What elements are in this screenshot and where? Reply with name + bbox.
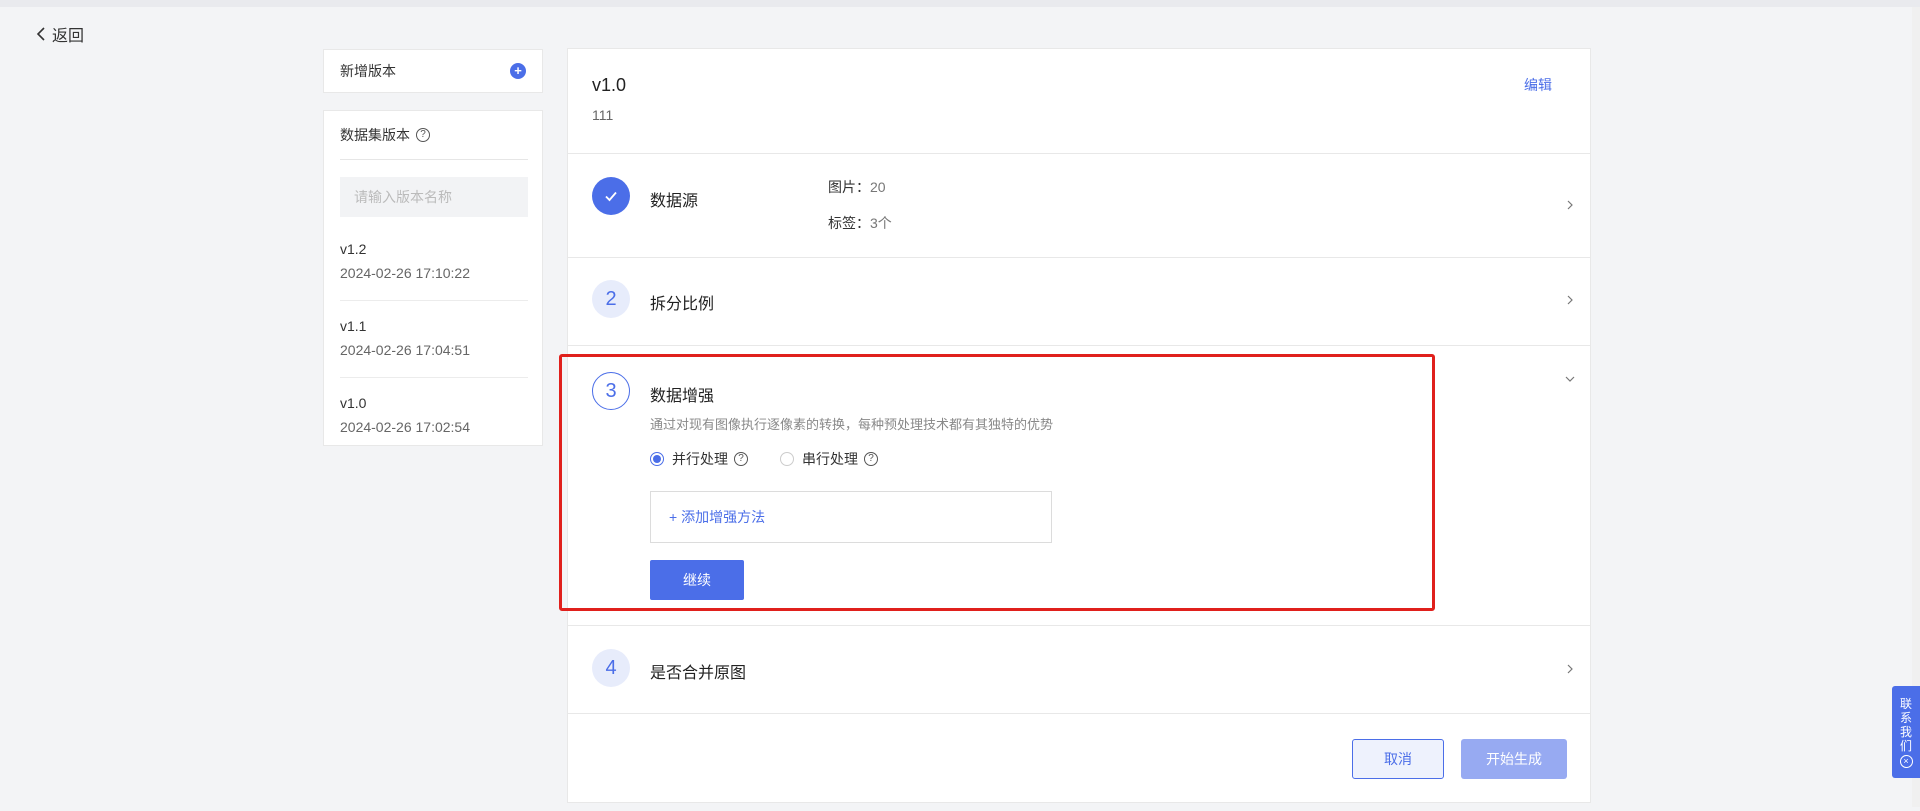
version-panel: 数据集版本 ? v1.2 2024-02-26 17:10:22 v1.1 20… (323, 110, 543, 446)
chevron-right-icon (1567, 200, 1573, 210)
chevron-right-icon (1567, 664, 1573, 674)
highlight-box (559, 354, 1435, 611)
step-number: 4 (592, 649, 630, 687)
add-version-button[interactable]: 新增版本 + (323, 49, 543, 93)
version-item[interactable]: v1.1 2024-02-26 17:04:51 (340, 302, 528, 378)
chevron-right-icon (1567, 295, 1573, 305)
version-panel-title-text: 数据集版本 (340, 127, 410, 143)
divider (568, 713, 1590, 714)
back-button[interactable]: 返回 (34, 22, 84, 46)
version-title: v1.0 (592, 75, 627, 95)
version-name: v1.0 (340, 395, 367, 411)
version-date: 2024-02-26 17:10:22 (340, 265, 470, 281)
version-name: v1.2 (340, 241, 367, 257)
images-label: 图片： (828, 179, 870, 195)
chevron-left-icon (36, 27, 45, 41)
step-title: 是否合并原图 (650, 665, 747, 682)
start-generate-button[interactable]: 开始生成 (1461, 739, 1567, 779)
images-value: 20 (870, 179, 886, 195)
edit-link[interactable]: 编辑 (1524, 75, 1552, 95)
contact-char: 联 (1899, 696, 1912, 711)
add-version-label: 新增版本 (340, 63, 396, 79)
chevron-down-icon[interactable] (1564, 373, 1576, 385)
help-icon[interactable]: ? (416, 128, 430, 142)
divider (568, 625, 1590, 626)
version-item[interactable]: v1.2 2024-02-26 17:10:22 (340, 225, 528, 301)
divider (568, 345, 1590, 346)
tags-value: 3个 (870, 215, 892, 231)
back-label: 返回 (52, 28, 85, 45)
divider (568, 153, 1590, 154)
version-panel-title: 数据集版本 ? (340, 125, 430, 145)
version-description: 111 (592, 107, 614, 123)
contact-char: 们 (1899, 738, 1912, 753)
plus-circle-icon: + (510, 63, 526, 79)
cancel-button[interactable]: 取消 (1352, 739, 1444, 779)
version-search-input[interactable] (340, 177, 528, 217)
contact-char: 我 (1899, 724, 1912, 739)
close-icon[interactable]: × (1899, 754, 1913, 768)
datasource-images: 图片：20 (828, 177, 886, 197)
divider (340, 159, 528, 160)
contact-us-button[interactable]: 联 系 我 们 × (1892, 686, 1920, 778)
step-title: 数据源 (650, 193, 699, 210)
datasource-tags: 标签：3个 (828, 213, 892, 233)
top-bar (0, 0, 1920, 7)
version-date: 2024-02-26 17:02:54 (340, 419, 470, 435)
step-number: 2 (592, 280, 630, 318)
contact-char: 系 (1899, 710, 1912, 725)
divider (568, 257, 1590, 258)
version-item[interactable]: v1.0 2024-02-26 17:02:54 (340, 379, 528, 455)
step-title: 拆分比例 (650, 296, 715, 313)
version-date: 2024-02-26 17:04:51 (340, 342, 470, 358)
check-icon (592, 177, 630, 215)
tags-label: 标签： (828, 215, 870, 231)
version-name: v1.1 (340, 318, 367, 334)
